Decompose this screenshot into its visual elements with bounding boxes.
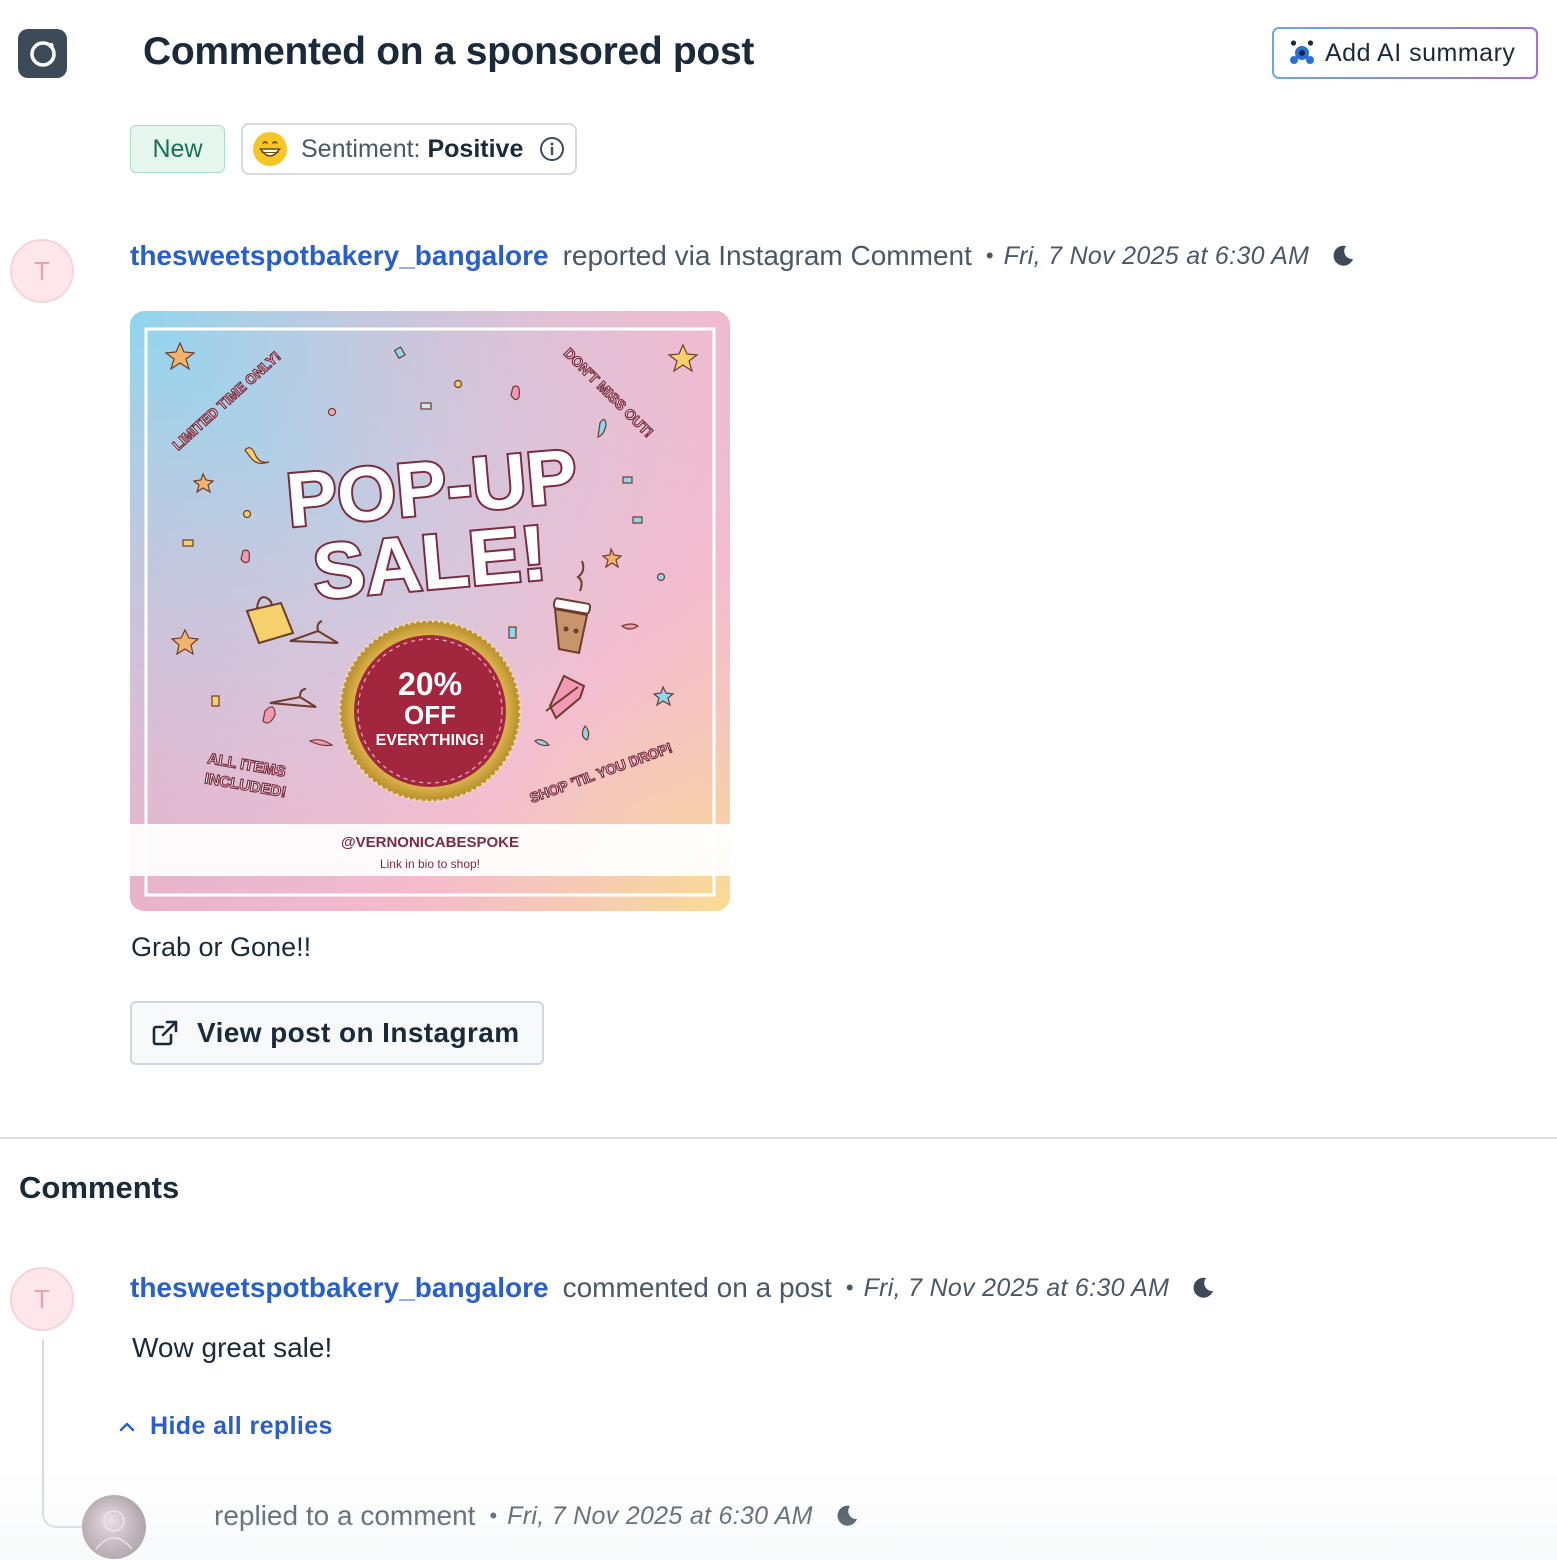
reply-avatar bbox=[82, 1495, 146, 1559]
add-ai-summary-label: Add AI summary bbox=[1325, 38, 1516, 67]
external-link-icon bbox=[149, 1017, 181, 1049]
reply-action-text: replied to a comment bbox=[214, 1500, 476, 1531]
page-title: Commented on a sponsored post bbox=[143, 30, 755, 73]
moon-icon bbox=[835, 1504, 859, 1528]
badge-percent: 20% bbox=[398, 666, 462, 702]
badge-off: OFF bbox=[404, 700, 456, 730]
separator-dot: • bbox=[489, 1503, 498, 1528]
reply-meta: replied to a comment • Fri, 7 Nov 2025 a… bbox=[214, 1500, 859, 1532]
thread-connector bbox=[42, 1340, 82, 1528]
comment-avatar: T bbox=[10, 1267, 74, 1331]
comment-body: Wow great sale! bbox=[132, 1332, 333, 1363]
view-post-button[interactable]: View post on Instagram bbox=[130, 1001, 544, 1065]
badge-everything: EVERYTHING! bbox=[376, 732, 485, 749]
avatar: T bbox=[10, 239, 74, 303]
info-icon[interactable] bbox=[539, 136, 565, 162]
comment-action-text: commented on a post bbox=[562, 1272, 832, 1303]
comment-author-link[interactable]: thesweetspotbakery_bangalore bbox=[130, 1272, 549, 1304]
comment-meta: thesweetspotbakery_bangalore commented o… bbox=[130, 1272, 1215, 1304]
status-badge: New bbox=[130, 125, 225, 173]
comment-timestamp: Fri, 7 Nov 2025 at 6:30 AM bbox=[863, 1273, 1170, 1302]
section-divider bbox=[0, 1137, 1557, 1139]
comments-heading: Comments bbox=[19, 1170, 180, 1205]
hide-replies-button[interactable]: Hide all replies bbox=[118, 1412, 333, 1441]
instagram-icon bbox=[18, 29, 67, 78]
separator-dot: • bbox=[985, 243, 994, 268]
post-image[interactable]: LIMITED TIME ONLY! DON'T MISS OUT! ALL I… bbox=[130, 311, 730, 911]
sentiment-badge: Sentiment: Positive bbox=[241, 123, 577, 175]
sentiment-value: Positive bbox=[427, 134, 524, 163]
view-post-label: View post on Instagram bbox=[197, 1017, 520, 1048]
add-ai-summary-button[interactable]: Add AI summary bbox=[1272, 27, 1538, 79]
separator-dot: • bbox=[845, 1275, 854, 1300]
hide-replies-label: Hide all replies bbox=[150, 1412, 333, 1440]
chevron-up-icon bbox=[118, 1418, 136, 1436]
grinning-face-icon bbox=[253, 132, 287, 166]
author-link[interactable]: thesweetspotbakery_bangalore bbox=[130, 240, 549, 272]
ai-sparkle-icon bbox=[1289, 38, 1315, 69]
post-caption: Grab or Gone!! bbox=[131, 932, 312, 962]
moon-icon bbox=[1331, 244, 1355, 268]
reply-timestamp: Fri, 7 Nov 2025 at 6:30 AM bbox=[507, 1501, 813, 1530]
image-handle: @VERNONICABESPOKE bbox=[341, 834, 519, 851]
sentiment-text: Sentiment: Positive bbox=[301, 134, 524, 163]
post-meta: thesweetspotbakery_bangalore reported vi… bbox=[130, 240, 1355, 272]
post-timestamp: Fri, 7 Nov 2025 at 6:30 AM bbox=[1003, 241, 1310, 270]
image-link-text: Link in bio to shop! bbox=[380, 857, 480, 871]
moon-icon bbox=[1191, 1276, 1215, 1300]
post-action-text: reported via Instagram Comment bbox=[562, 240, 972, 271]
